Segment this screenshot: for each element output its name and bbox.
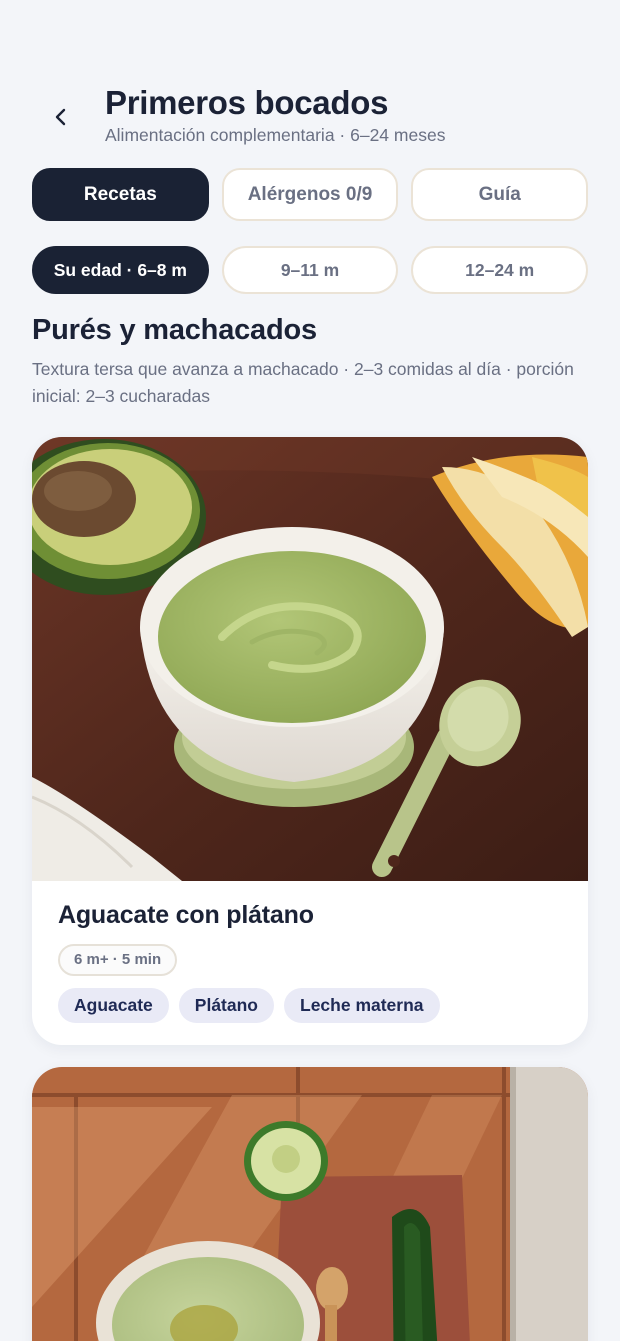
tab-alergenos[interactable]: Alérgenos 0/9 (221, 168, 399, 221)
age-chip-9-11[interactable]: 9–11 m (221, 246, 399, 294)
ingredient-tag: Plátano (178, 988, 274, 1023)
title-block: Primeros bocados Alimentación complement… (105, 84, 445, 146)
ingredient-tags: Aguacate Plátano Leche materna (58, 988, 568, 1023)
recipe-card[interactable] (32, 1067, 588, 1341)
recipe-title: Aguacate con plátano (58, 901, 314, 929)
back-button[interactable] (44, 100, 78, 134)
section-description: Textura tersa que avanza a machacado · 2… (32, 359, 574, 406)
recipe-card[interactable]: Aguacate con plátano 6 m+ · 5 min Aguaca… (32, 437, 588, 1045)
tab-recetas[interactable]: Recetas (32, 168, 209, 221)
header: Primeros bocados Alimentación complement… (0, 80, 620, 150)
section-title: Purés y machacados (32, 314, 317, 346)
recipe-card-body: Aguacate con plátano 6 m+ · 5 min Aguaca… (58, 901, 568, 1023)
page-subtitle: Alimentación complementaria · 6–24 meses (105, 125, 446, 145)
ingredient-tag: Aguacate (58, 988, 169, 1023)
recipe-photo (32, 1067, 588, 1341)
recipe-meta-badge: 6 m+ · 5 min (58, 944, 178, 976)
age-chip-12-24[interactable]: 12–24 m (411, 246, 589, 294)
recipe-photo (32, 437, 588, 881)
chevron-left-icon (55, 108, 66, 126)
main-tabs: Recetas Alérgenos 0/9 Guía (32, 168, 589, 221)
ingredient-tag: Leche materna (284, 988, 440, 1023)
age-filter-chips: Su edad · 6–8 m 9–11 m 12–24 m (32, 246, 589, 294)
tab-guia[interactable]: Guía (411, 168, 589, 221)
age-chip-6-8[interactable]: Su edad · 6–8 m (32, 246, 209, 294)
page-title: Primeros bocados (105, 84, 389, 121)
